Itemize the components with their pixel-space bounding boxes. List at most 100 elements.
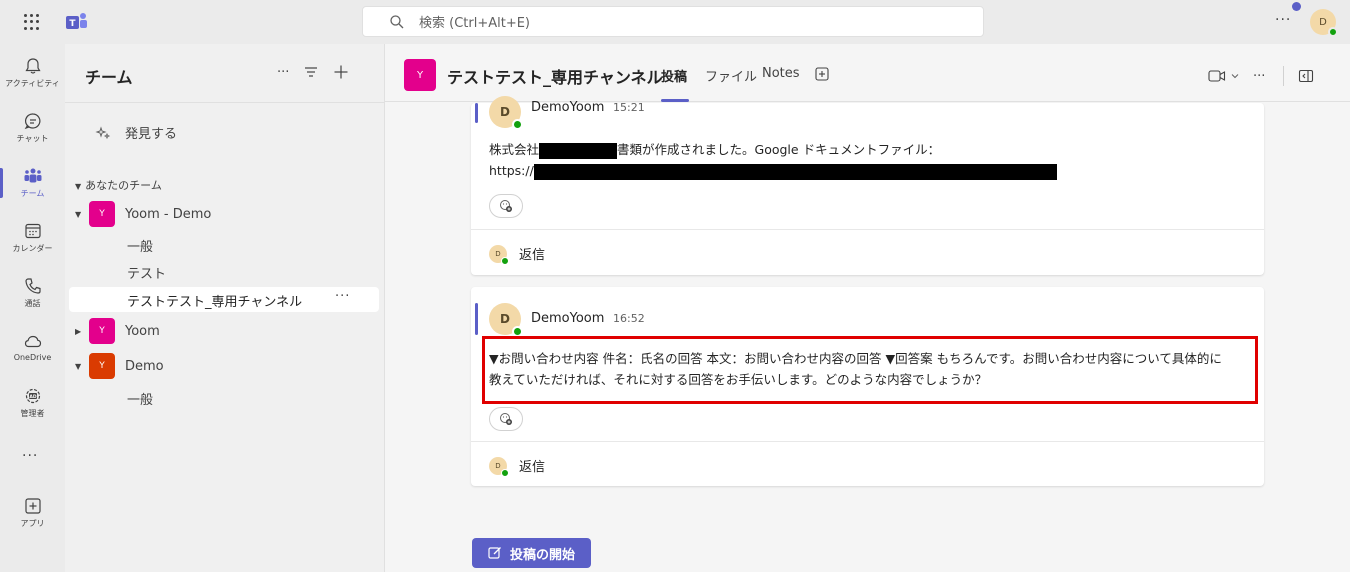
panel-more-button[interactable]: ··· — [277, 65, 289, 80]
channel-item-private-active[interactable]: テストテスト_専用チャンネル ··· — [69, 287, 379, 312]
post-time: 15:21 — [613, 101, 645, 114]
cloud-icon — [24, 335, 41, 348]
team-name: Demo — [125, 358, 164, 374]
post-author: DemoYoom — [531, 311, 605, 326]
add-tab-icon[interactable] — [815, 67, 829, 81]
team-item-demo[interactable]: ▼ Y Demo — [75, 352, 164, 380]
post-time: 16:52 — [613, 312, 645, 325]
reply-avatar: D — [489, 244, 509, 265]
author-avatar-initial: D — [500, 105, 510, 119]
rail-item-calendar[interactable]: カレンダー — [0, 215, 65, 265]
chevron-down-icon: ▼ — [75, 209, 82, 219]
post-text: 株式会社 — [489, 142, 540, 157]
chevron-down-icon: ▼ — [75, 361, 82, 371]
rail-label: アクティビティ — [5, 79, 60, 88]
author-avatar-initial: D — [500, 312, 510, 326]
team-avatar: Y — [89, 201, 115, 227]
add-reaction-button[interactable] — [489, 407, 523, 431]
rail-item-calls[interactable]: 通話 — [0, 270, 65, 320]
redaction-bar — [539, 142, 618, 159]
teams-panel: チーム ··· 発見する ▼ あなたのチーム ▼ Y Yoom - Demo 一般… — [65, 44, 385, 572]
tab-files[interactable]: ファイル — [705, 66, 757, 85]
reply-divider — [471, 229, 1264, 230]
channel-avatar: Y — [404, 59, 436, 91]
post-text: 書類が作成されました。Google ドキュメントファイル： — [617, 142, 941, 157]
tab-notes[interactable]: Notes — [762, 66, 800, 81]
section-label: あなたのチーム — [85, 179, 162, 192]
team-item-yoom[interactable]: ▶ Y Yoom — [75, 317, 160, 345]
reply-button[interactable]: D 返信 — [489, 456, 545, 477]
rail-item-admin[interactable]: AD 管理者 — [0, 380, 65, 430]
presence-available-icon — [1328, 27, 1338, 37]
add-icon[interactable] — [333, 64, 349, 80]
app-rail: アクティビティ チャット チーム カレンダー 通話 OneDrive AD 管理… — [0, 44, 65, 572]
app-launcher-icon[interactable] — [22, 12, 42, 32]
channel-more-button[interactable]: ··· — [1253, 69, 1265, 84]
add-reaction-button[interactable] — [489, 194, 523, 218]
panel-tools: ··· — [277, 64, 349, 80]
rail-label: カレンダー — [12, 244, 53, 253]
author-avatar[interactable]: D — [489, 303, 523, 337]
user-avatar[interactable]: D — [1310, 9, 1338, 37]
chevron-down-icon: ▼ — [75, 182, 82, 191]
emoji-add-icon — [500, 413, 512, 425]
team-item-yoom-demo[interactable]: ▼ Y Yoom - Demo — [75, 200, 211, 228]
post-author: DemoYoom — [531, 100, 605, 115]
divider — [1283, 66, 1285, 86]
video-icon — [1208, 70, 1226, 82]
rail-item-chat[interactable]: チャット — [0, 105, 65, 155]
reply-avatar: D — [489, 456, 509, 477]
new-post-button[interactable]: 投稿の開始 — [472, 538, 591, 568]
post-text: https:// — [489, 163, 534, 178]
channel-main: Y テストテスト_専用チャンネル 投稿 ファイル Notes ··· D Dem… — [385, 44, 1350, 572]
new-post-label: 投稿の開始 — [509, 547, 575, 563]
emoji-add-icon — [500, 200, 512, 212]
channel-item-test[interactable]: テスト — [127, 263, 166, 282]
active-tab-indicator — [661, 99, 689, 102]
chevron-right-icon: ▶ — [75, 326, 82, 336]
open-pane-icon[interactable] — [1298, 68, 1314, 84]
reply-button[interactable]: D 返信 — [489, 244, 546, 265]
channel-item-general[interactable]: 一般 — [127, 389, 153, 408]
rail-item-onedrive[interactable]: OneDrive — [0, 325, 65, 375]
your-teams-section[interactable]: ▼ あなたのチーム — [75, 177, 162, 193]
more-options-button[interactable]: ··· — [1275, 12, 1291, 28]
teams-logo-icon: T — [66, 13, 87, 29]
panel-title: チーム — [85, 68, 133, 87]
search-input[interactable]: 検索 (Ctrl+Alt+E) — [362, 6, 984, 37]
chevron-down-icon — [1231, 74, 1239, 79]
post-accent-bar — [475, 303, 478, 335]
rail-item-teams[interactable]: チーム — [0, 160, 65, 210]
highlight-box — [482, 336, 1258, 404]
rail-item-apps[interactable]: アプリ — [0, 490, 65, 540]
team-name: Yoom — [125, 323, 160, 339]
calendar-icon — [24, 223, 41, 239]
rail-label: 管理者 — [20, 409, 45, 418]
post-card: D DemoYoom 15:21 株式会社 書類が作成されました。Google ド… — [471, 96, 1264, 275]
reply-avatar-initial: D — [495, 461, 501, 470]
post-accent-bar — [475, 103, 478, 123]
rail-label: OneDrive — [13, 353, 52, 362]
add-app-icon — [24, 498, 41, 514]
channel-item-general[interactable]: 一般 — [127, 236, 153, 255]
reply-label: 返信 — [519, 248, 546, 263]
search-icon — [390, 14, 404, 28]
channel-actions: ··· — [1208, 66, 1314, 86]
meet-button[interactable] — [1208, 69, 1239, 83]
tab-posts[interactable]: 投稿 — [661, 66, 687, 85]
reply-avatar-initial: D — [495, 249, 501, 258]
channel-name: テストテスト_専用チャンネル — [127, 295, 303, 310]
bell-icon — [24, 58, 41, 74]
team-avatar: Y — [89, 353, 115, 379]
rail-item-activity[interactable]: アクティビティ — [0, 50, 65, 100]
panel-divider — [65, 102, 384, 103]
user-avatar-initial: D — [1319, 16, 1327, 28]
teams-icon — [24, 168, 41, 183]
redaction-bar — [533, 163, 1057, 180]
rail-label: チーム — [20, 189, 45, 198]
channel-more-button[interactable]: ··· — [335, 289, 350, 304]
author-avatar[interactable]: D — [489, 96, 523, 130]
more-apps-button[interactable]: ··· — [22, 448, 38, 464]
filter-icon[interactable] — [303, 64, 319, 80]
discover-link[interactable]: 発見する — [95, 123, 177, 142]
